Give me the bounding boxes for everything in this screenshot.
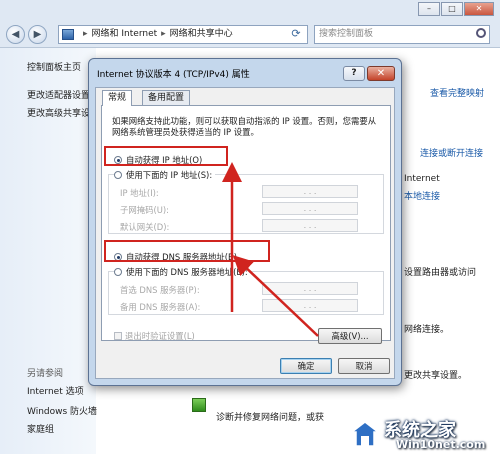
watermark-url: Win10net.com [396,438,486,451]
arrow-to-auto-dns [232,255,319,337]
tab-general[interactable]: 常规 [102,90,133,106]
annotation-arrows [222,162,319,337]
site-watermark: 系统之家 Win10net.com [350,414,500,454]
watermark-logo-icon [350,421,380,447]
